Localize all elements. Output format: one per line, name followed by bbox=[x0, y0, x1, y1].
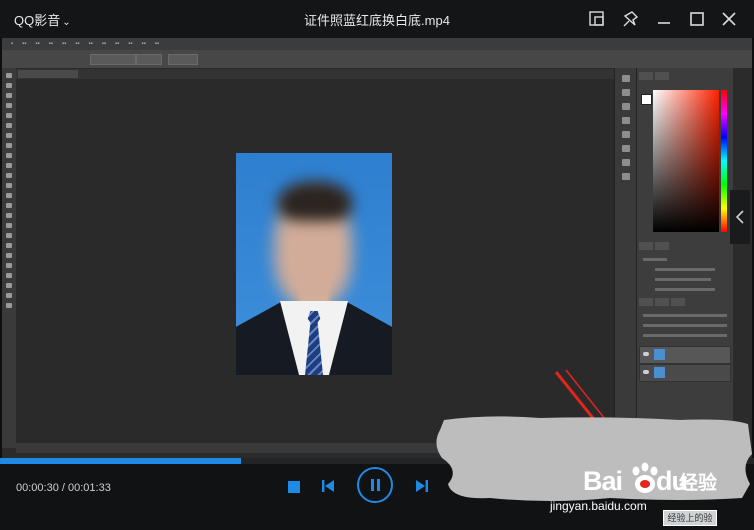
previous-button[interactable] bbox=[320, 479, 336, 498]
color-picker-field bbox=[653, 90, 719, 232]
watermark-badge: 经验上的验 bbox=[663, 510, 717, 526]
minimize-icon[interactable] bbox=[653, 8, 675, 30]
maximize-icon[interactable] bbox=[686, 8, 708, 30]
baidu-watermark: Bai du 经验 jingyan.baidu.com 经验上的验 bbox=[550, 462, 753, 530]
brand-chinese: 经验 bbox=[679, 473, 718, 494]
id-photo bbox=[236, 153, 392, 375]
foreground-swatch bbox=[641, 94, 652, 105]
title-bar: QQ影音 ⌄ 证件照蓝红底换白底.mp4 bbox=[0, 0, 754, 38]
skip-back-icon bbox=[322, 480, 334, 492]
ps-toolbar bbox=[2, 68, 17, 448]
pause-button[interactable] bbox=[357, 467, 393, 503]
baidu-paw-icon bbox=[632, 462, 658, 493]
ps-document-tab bbox=[16, 69, 616, 79]
watermark-url: jingyan.baidu.com bbox=[550, 499, 647, 513]
side-panel-toggle[interactable] bbox=[730, 190, 750, 244]
pin-icon[interactable] bbox=[620, 8, 642, 30]
hue-slider bbox=[721, 90, 727, 232]
time-readout: 00:00:30 / 00:01:33 bbox=[16, 482, 111, 494]
next-button[interactable] bbox=[414, 479, 430, 498]
qq-player-window: QQ影音 ⌄ 证件照蓝红底换白底.mp4 ▪ ▪▪ ▪▪ ▪▪ ▪▪ ▪▪ ▪▪ ▪▪ ▪▪ ▪▪ ▪… bbox=[0, 0, 754, 530]
skip-forward-icon bbox=[416, 480, 428, 492]
ps-options-bar bbox=[2, 50, 752, 69]
playlist-icon[interactable] bbox=[586, 8, 608, 30]
ps-menubar: ▪ ▪▪ ▪▪ ▪▪ ▪▪ ▪▪ ▪▪ ▪▪ ▪▪ ▪▪ ▪▪ ▪▪ bbox=[2, 38, 752, 50]
close-icon[interactable] bbox=[718, 8, 740, 30]
chevron-left-icon bbox=[735, 210, 744, 224]
stop-button[interactable] bbox=[288, 481, 300, 493]
layer-row bbox=[639, 346, 731, 364]
